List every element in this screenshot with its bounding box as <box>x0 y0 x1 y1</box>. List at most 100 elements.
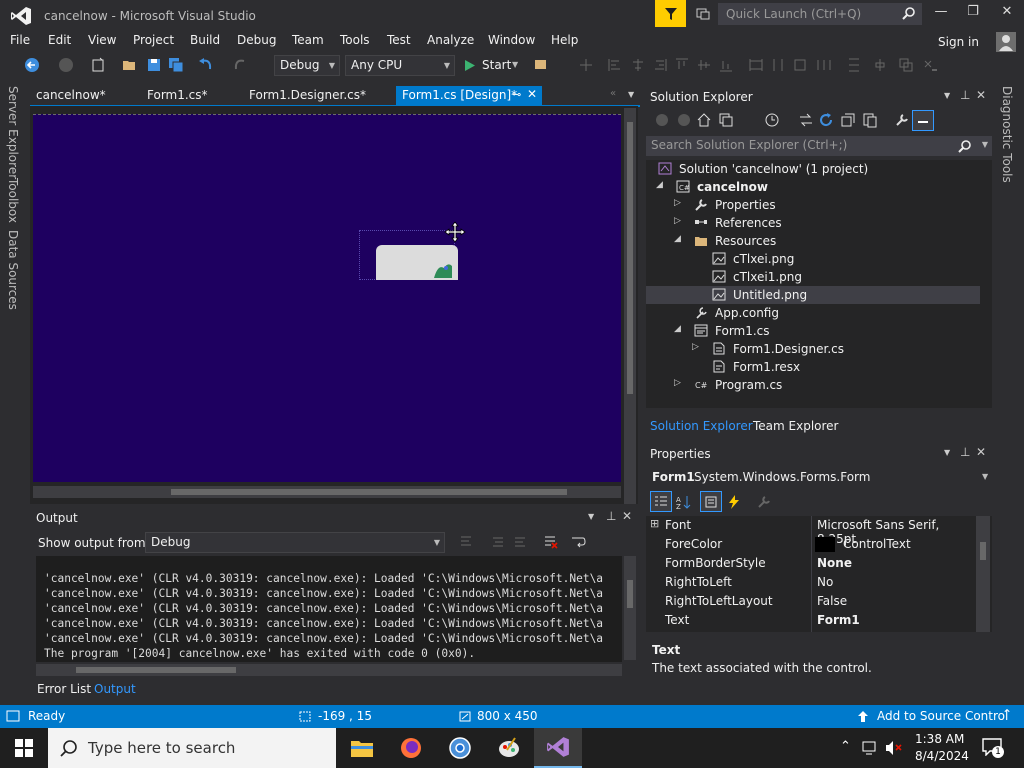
taskbar-search-input[interactable]: Type here to search <box>48 728 336 768</box>
tree-item-solution[interactable]: Solution 'cancelnow' (1 project) <box>646 160 992 178</box>
solution-platform-select[interactable]: Any CPU ▼ <box>345 55 455 76</box>
tree-item-resources[interactable]: ◢ Resources <box>646 232 992 250</box>
volume-muted-icon[interactable] <box>885 740 903 756</box>
tree-item-form1-cs[interactable]: ◢ Form1.cs <box>646 322 992 340</box>
undo-icon[interactable] <box>198 57 214 73</box>
expanded-icon[interactable]: ◢ <box>656 180 663 190</box>
toolbox-tab[interactable]: Toolbox <box>6 178 20 223</box>
minimize-button[interactable]: — <box>926 4 956 24</box>
restore-button[interactable]: ❐ <box>958 4 988 24</box>
solution-configuration-select[interactable]: Debug ▼ <box>274 55 340 76</box>
data-sources-tab[interactable]: Data Sources <box>6 230 20 310</box>
tab-form1-cs[interactable]: Form1.cs* <box>141 86 214 106</box>
start-button[interactable] <box>0 728 48 768</box>
property-grid-scroll-thumb[interactable] <box>980 542 986 560</box>
menu-view[interactable]: View <box>88 33 116 47</box>
server-explorer-tab[interactable]: Server Explorer <box>6 86 20 179</box>
tree-item-form1-designer-cs[interactable]: ▷ Form1.Designer.cs <box>646 340 992 358</box>
show-all-files-icon[interactable] <box>862 112 878 128</box>
pending-changes-filter-icon[interactable] <box>764 112 780 128</box>
open-file-icon[interactable] <box>122 57 138 73</box>
menu-debug[interactable]: Debug <box>237 33 276 47</box>
menu-analyze[interactable]: Analyze <box>427 33 474 47</box>
tree-item-properties[interactable]: ▷ Properties <box>646 196 992 214</box>
save-icon[interactable] <box>146 57 162 73</box>
collapsed-icon[interactable]: ▷ <box>674 378 681 388</box>
chevron-down-icon[interactable]: ▼ <box>588 512 594 521</box>
taskbar-file-explorer[interactable] <box>338 728 386 768</box>
categorized-button[interactable] <box>650 491 672 512</box>
switch-views-icon[interactable] <box>718 112 734 128</box>
properties-object-select[interactable]: Form1 System.Windows.Forms.Form ▼ <box>646 466 992 488</box>
collapsed-icon[interactable]: ▷ <box>674 198 681 208</box>
tree-item-ctlxei1-png[interactable]: cTlxei1.png <box>646 268 992 286</box>
output-source-select[interactable]: Debug ▼ <box>145 532 445 553</box>
collapsed-icon[interactable]: ▷ <box>692 342 699 352</box>
expanded-icon[interactable]: ◢ <box>674 234 681 244</box>
word-wrap-icon[interactable] <box>570 534 586 550</box>
forward-icon[interactable] <box>676 112 692 128</box>
form1-canvas[interactable] <box>33 122 621 482</box>
designer-horizontal-scrollbar[interactable] <box>33 486 621 498</box>
chevron-up-icon[interactable]: ⌃ <box>1002 707 1012 721</box>
pin-icon[interactable]: ⊸ <box>512 88 521 101</box>
events-lightning-icon[interactable] <box>726 494 742 510</box>
sync-with-document-icon[interactable] <box>798 112 814 128</box>
tree-item-references[interactable]: ▷ References <box>646 214 992 232</box>
output-horizontal-scrollbar[interactable] <box>36 664 622 676</box>
tree-item-form1-resx[interactable]: Form1.resx <box>646 358 992 376</box>
menu-file[interactable]: File <box>10 33 30 47</box>
save-all-icon[interactable] <box>168 57 184 73</box>
output-horizontal-scroll-thumb[interactable] <box>76 667 236 673</box>
network-icon[interactable] <box>862 740 878 756</box>
menu-test[interactable]: Test <box>387 33 411 47</box>
clock-time[interactable]: 1:38 AM <box>915 732 964 746</box>
toolbar-overflow-icon[interactable] <box>922 57 938 73</box>
output-vertical-scrollbar[interactable] <box>624 556 636 660</box>
close-tab-icon[interactable]: ✕ <box>527 87 537 101</box>
pin-icon[interactable]: ⊥ <box>960 88 970 102</box>
alphabetical-icon[interactable]: AZ <box>676 494 692 510</box>
menu-tools[interactable]: Tools <box>340 33 370 47</box>
avatar[interactable] <box>996 32 1016 52</box>
clock-date[interactable]: 8/4/2024 <box>915 749 969 763</box>
tree-item-program-cs[interactable]: ▷ C# Program.cs <box>646 376 992 394</box>
preview-selected-items-button[interactable] <box>912 110 934 131</box>
refresh-icon[interactable] <box>818 112 834 128</box>
expanded-icon[interactable]: ◢ <box>674 324 681 334</box>
tab-solution-explorer[interactable]: Solution Explorer <box>650 419 753 433</box>
sign-in-link[interactable]: Sign in <box>938 35 979 49</box>
search-icon[interactable] <box>902 6 916 20</box>
menu-help[interactable]: Help <box>551 33 578 47</box>
home-icon[interactable] <box>696 112 712 128</box>
collapse-all-icon[interactable] <box>840 112 856 128</box>
chevron-down-icon[interactable]: ▼ <box>944 91 950 100</box>
quick-launch-input[interactable]: Quick Launch (Ctrl+Q) <box>718 3 922 25</box>
taskbar-visual-studio[interactable] <box>534 728 582 768</box>
expand-icon[interactable]: ⊞ <box>650 517 659 530</box>
menu-project[interactable]: Project <box>133 33 174 47</box>
taskbar-paint[interactable] <box>485 728 533 768</box>
navigate-back-icon[interactable] <box>24 57 40 73</box>
start-button[interactable]: Start ▼ <box>462 56 522 76</box>
tab-cancelnow[interactable]: cancelnow* <box>30 86 112 106</box>
add-to-source-control-button[interactable]: Add to Source Control <box>877 709 1008 723</box>
show-hidden-icons-icon[interactable]: ⌃ <box>840 739 851 754</box>
menu-edit[interactable]: Edit <box>48 33 71 47</box>
output-text[interactable]: 'cancelnow.exe' (CLR v4.0.30319: canceln… <box>36 556 622 662</box>
tree-item-app-config[interactable]: App.config <box>646 304 992 322</box>
taskbar-firefox[interactable] <box>387 728 435 768</box>
tree-item-ctlxei-png[interactable]: cTlxei.png <box>646 250 992 268</box>
browser-link-icon[interactable] <box>534 57 550 73</box>
pin-icon[interactable]: ⊥ <box>960 445 970 459</box>
close-pane-icon[interactable]: ✕ <box>976 445 986 459</box>
chevron-down-icon[interactable]: ▼ <box>982 140 988 149</box>
tab-output[interactable]: Output <box>94 682 136 696</box>
new-project-icon[interactable] <box>90 57 106 73</box>
close-pane-icon[interactable]: ✕ <box>976 88 986 102</box>
chevron-down-icon[interactable]: ▼ <box>628 90 634 99</box>
output-vertical-scroll-thumb[interactable] <box>627 580 633 608</box>
redo-icon[interactable] <box>232 57 248 73</box>
feedback-filter-button[interactable] <box>655 0 686 27</box>
clear-all-icon[interactable] <box>542 534 558 550</box>
